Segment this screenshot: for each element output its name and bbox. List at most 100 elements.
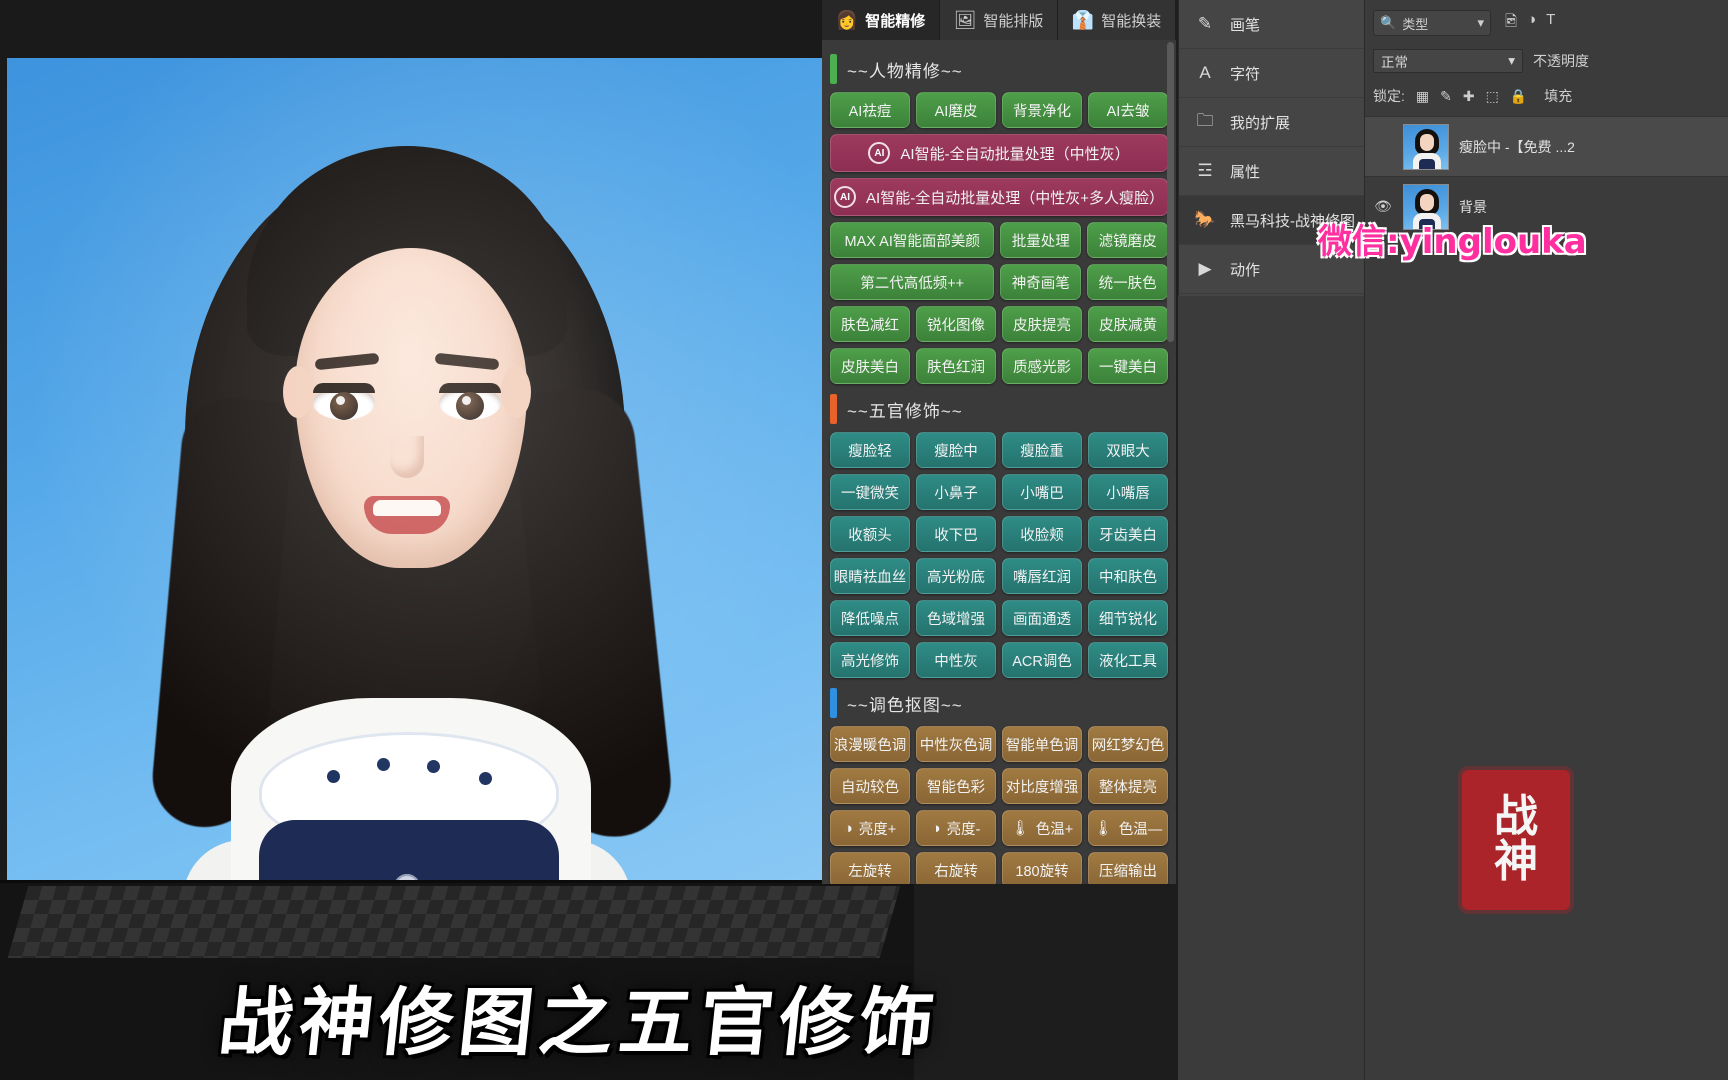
action-button[interactable]: 瘦脸中 [916,432,996,468]
shoulder-right [511,840,631,883]
action-button[interactable]: 智能单色调 [1002,726,1082,762]
document-canvas[interactable] [0,0,914,1080]
layer-row[interactable]: 瘦脸中 -【免费 ...2 [1365,116,1728,176]
action-button[interactable]: 统一肤色 [1087,264,1168,300]
action-button[interactable]: 对比度增强 [1002,768,1082,804]
action-button[interactable]: 眼睛祛血丝 [830,558,910,594]
action-button[interactable]: 批量处理 [1000,222,1082,258]
button-row: 高光修饰 中性灰 ACR调色 液化工具 [830,642,1168,678]
button-row: ◑ 亮度+ ◑ 亮度- 🌡 色温+ 🌡 色温— [830,810,1168,846]
action-button[interactable]: 瘦脸轻 [830,432,910,468]
action-button[interactable]: 液化工具 [1088,642,1168,678]
action-button[interactable]: 收下巴 [916,516,996,552]
action-button[interactable]: 网红梦幻色 [1088,726,1168,762]
action-button[interactable]: 瘦脸重 [1002,432,1082,468]
lock-position-icon[interactable]: ✚ [1463,88,1475,105]
action-button[interactable]: 第二代高低频++ [830,264,995,300]
action-button[interactable]: 浪漫暖色调 [830,726,910,762]
button-label: 小鼻子 [934,485,978,502]
plugin-scrollbar[interactable] [1167,42,1174,342]
chevron-down-icon[interactable]: ▾ [1508,53,1515,69]
action-button[interactable]: 皮肤减黄 [1088,306,1168,342]
action-button[interactable]: 高光粉底 [916,558,996,594]
action-button[interactable]: AI AI智能-全自动批量处理（中性灰+多人瘦脸） [830,178,1168,216]
action-button[interactable]: 🌡 色温+ [1002,810,1082,846]
action-button[interactable]: 中性灰色调 [916,726,996,762]
action-button[interactable]: AI去皱 [1088,92,1168,128]
action-button[interactable]: 双眼大 [1088,432,1168,468]
action-button[interactable]: 锐化图像 [916,306,996,342]
action-button[interactable]: 小嘴巴 [1002,474,1082,510]
lock-all-icon[interactable]: 🔒 [1510,88,1527,105]
action-button[interactable]: 高光修饰 [830,642,910,678]
rail-item-properties[interactable]: ☲ 属性 [1179,147,1364,196]
action-button[interactable]: ACR调色 [1002,642,1082,678]
action-button[interactable]: 中性灰 [916,642,996,678]
button-label: 左旋转 [848,863,892,880]
action-button[interactable]: 滤镜磨皮 [1087,222,1168,258]
plugin-body[interactable]: ~~人物精修~~ AI祛痘 AI磨皮 背景净化 AI去皱 AI AI智能-全自动批量处理（中… [822,40,1176,884]
action-button[interactable]: 自动较色 [830,768,910,804]
action-button[interactable]: AI祛痘 [830,92,910,128]
action-button[interactable]: AI磨皮 [916,92,996,128]
rail-item-folder[interactable]: 🗀 我的扩展 [1179,98,1364,147]
action-button[interactable]: 质感光影 [1002,348,1082,384]
lock-image-pixels-icon[interactable]: ✎ [1440,88,1452,105]
action-button[interactable]: ◑ 亮度- [916,810,996,846]
layer-filter-icons[interactable]: 🖻 ◑ T [1505,11,1555,36]
button-row: AI AI智能-全自动批量处理（中性灰+多人瘦脸） [830,178,1168,216]
eye-visibility-icon[interactable]: 👁 [1373,198,1393,215]
action-button[interactable]: 智能色彩 [916,768,996,804]
blend-mode-row[interactable]: 正常 ▾ 不透明度 [1373,46,1720,76]
action-button[interactable]: ◑ 亮度+ [830,810,910,846]
action-button[interactable]: 小鼻子 [916,474,996,510]
adjustment-filter-icon[interactable]: ◑ [1527,11,1536,36]
action-button[interactable]: 压缩输出 [1088,852,1168,884]
plugin-tab-bar[interactable]: 👩 智能精修 🖼 智能排版 👔 智能换装 [822,0,1176,40]
layer-search-input[interactable]: 🔍 类型 ▾ [1373,10,1491,36]
rail-item-character[interactable]: A 字符 [1179,49,1364,98]
action-button[interactable]: 画面通透 [1002,600,1082,636]
action-button[interactable]: 右旋转 [916,852,996,884]
action-button[interactable]: 左旋转 [830,852,910,884]
action-button[interactable]: 色域增强 [916,600,996,636]
action-button[interactable]: 牙齿美白 [1088,516,1168,552]
layers-panel[interactable]: 🔍 类型 ▾ 🖻 ◑ T 正常 ▾ 不透明度 锁定: ▦ ✎ ✚ ⬚ 🔒 填充 … [1364,0,1728,1080]
action-button[interactable]: 收脸颊 [1002,516,1082,552]
action-button[interactable]: 180旋转 [1002,852,1082,884]
action-button[interactable]: 中和肤色 [1088,558,1168,594]
image-filter-icon[interactable]: 🖻 [1505,11,1517,36]
opacity-label: 不透明度 [1533,53,1589,69]
action-button[interactable]: 嘴唇红润 [1002,558,1082,594]
action-button[interactable]: 整体提亮 [1088,768,1168,804]
action-button[interactable]: 🌡 色温— [1088,810,1168,846]
lock-artboard-icon[interactable]: ⬚ [1486,88,1499,105]
action-button[interactable]: 一键微笑 [830,474,910,510]
chevron-down-icon[interactable]: ▾ [1477,15,1484,31]
stamp-char-1: 战 [1494,791,1538,843]
action-button[interactable]: 神奇画笔 [1000,264,1082,300]
blend-mode-select[interactable]: 正常 ▾ [1373,49,1523,73]
action-button[interactable]: AI AI智能-全自动批量处理（中性灰） [830,134,1168,172]
action-button[interactable]: 皮肤提亮 [1002,306,1082,342]
action-button[interactable]: 降低噪点 [830,600,910,636]
tab-smart-retouch[interactable]: 👩 智能精修 [822,0,940,40]
action-button[interactable]: 收额头 [830,516,910,552]
tab-smart-layout[interactable]: 🖼 智能排版 [940,0,1058,40]
lock-row[interactable]: 锁定: ▦ ✎ ✚ ⬚ 🔒 填充 [1373,82,1720,110]
action-button[interactable]: MAX AI智能面部美颜 [830,222,995,258]
plugin-panel[interactable]: 👩 智能精修 🖼 智能排版 👔 智能换装 ~~人物精修~~ AI祛痘 AI磨皮 背景净… [822,0,1178,884]
action-button[interactable]: 细节锐化 [1088,600,1168,636]
tab-smart-clothes[interactable]: 👔 智能换装 [1058,0,1176,40]
action-button[interactable]: 一键美白 [1088,348,1168,384]
action-button[interactable]: 背景净化 [1002,92,1082,128]
lock-transparent-pixels-icon[interactable]: ▦ [1416,88,1429,105]
text-filter-icon[interactable]: T [1546,11,1555,36]
action-button[interactable]: 肤色减红 [830,306,910,342]
action-button[interactable]: 小嘴唇 [1088,474,1168,510]
layer-filter-bar[interactable]: 🔍 类型 ▾ 🖻 ◑ T [1373,6,1720,40]
face [295,248,527,568]
action-button[interactable]: 皮肤美白 [830,348,910,384]
rail-item-brush[interactable]: ✎ 画笔 [1179,0,1364,49]
action-button[interactable]: 肤色红润 [916,348,996,384]
